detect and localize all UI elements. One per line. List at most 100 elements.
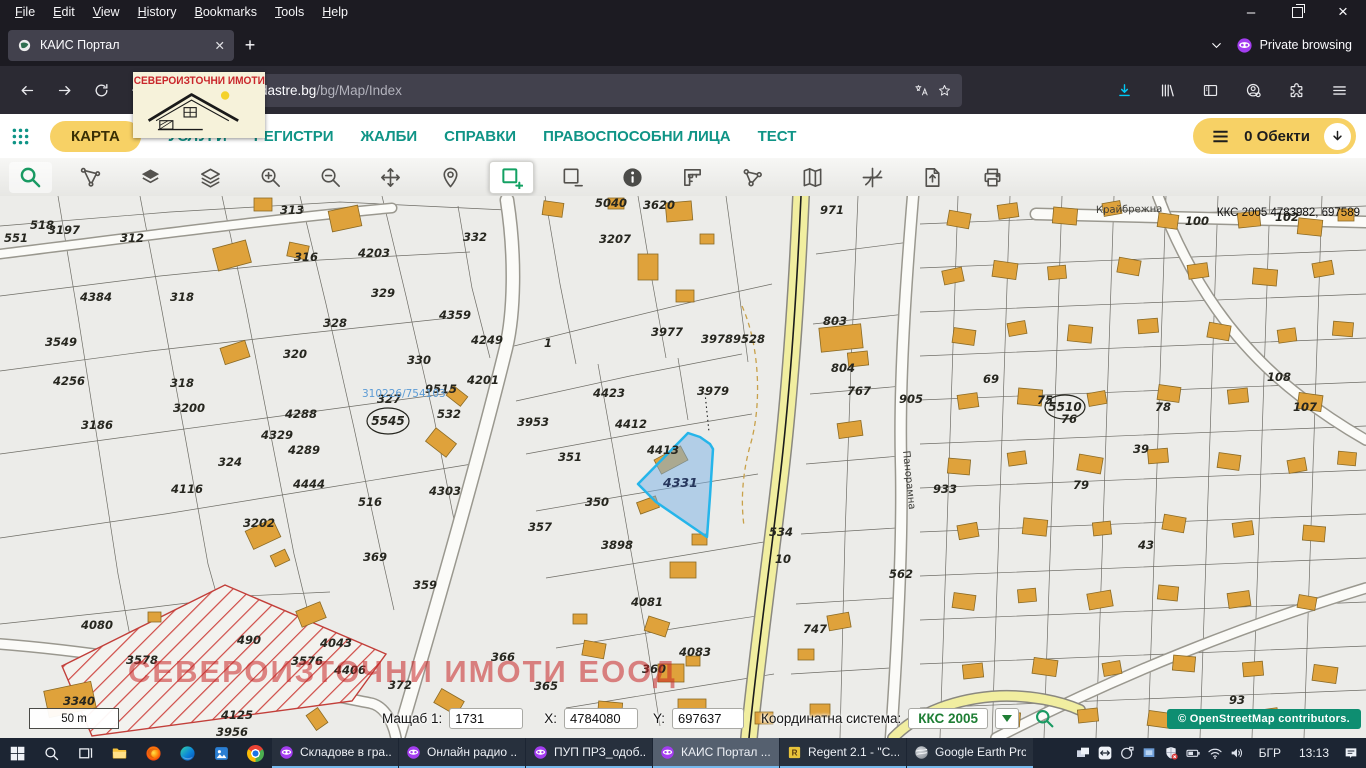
tool-share-button[interactable] <box>731 162 774 193</box>
parcel-label: 3956 <box>216 725 248 738</box>
taskbar-window-button[interactable]: Google Earth Pro <box>907 738 1033 768</box>
tool-info-button[interactable] <box>611 162 654 193</box>
extensions-icon[interactable] <box>1279 74 1313 106</box>
building <box>1162 514 1186 533</box>
task-view-taskbar-icon[interactable] <box>68 738 102 768</box>
wifi-tray-icon[interactable] <box>1204 742 1226 764</box>
bookmark-star-icon[interactable] <box>937 83 952 98</box>
restore-button[interactable] <box>1274 0 1320 24</box>
tray-language[interactable]: БГР <box>1252 746 1288 760</box>
building <box>1252 268 1277 286</box>
tray-clock[interactable]: 13:13 <box>1292 746 1336 760</box>
taskbar-window-button[interactable]: RRegent 2.1 - "C... <box>780 738 906 768</box>
meet-cast-tray-icon[interactable] <box>1116 742 1138 764</box>
list-tabs-chevron-icon[interactable] <box>1209 38 1224 53</box>
parcel-label: 93 <box>1229 693 1245 707</box>
parcel-label: 3197 <box>48 223 80 237</box>
sidebar-icon[interactable] <box>1193 74 1227 106</box>
reload-icon[interactable] <box>84 74 118 106</box>
scale-input[interactable] <box>449 708 523 729</box>
url-text[interactable]: kais.cadastre.bg/bg/Map/Index <box>218 83 906 98</box>
search-taskbar-icon[interactable] <box>34 738 68 768</box>
tool-measure-button[interactable] <box>671 162 714 193</box>
tool-pan-button[interactable] <box>369 162 412 193</box>
map-attribution[interactable]: © OpenStreetMap contributors. <box>1167 709 1361 729</box>
file-explorer-taskbar-icon[interactable] <box>102 738 136 768</box>
nav-item-pravosposobni-lica[interactable]: ПРАВОСПОСОБНИ ЛИЦА <box>543 128 731 145</box>
crs-value[interactable]: ККС 2005 <box>908 708 988 729</box>
menu-help[interactable]: Help <box>313 5 357 19</box>
apps-grid-icon[interactable] <box>10 126 31 147</box>
start-taskbar-icon[interactable] <box>0 738 34 768</box>
tool-layers-button[interactable] <box>189 162 232 193</box>
building <box>1157 213 1179 230</box>
tab-kais-portal[interactable]: КАИС Портал ✕ <box>8 30 234 61</box>
firefox-taskbar-icon[interactable] <box>136 738 170 768</box>
menu-tools[interactable]: Tools <box>266 5 313 19</box>
y-input[interactable] <box>672 708 744 729</box>
tool-zoom-out-button[interactable] <box>309 162 352 193</box>
tool-location-button[interactable] <box>429 162 472 193</box>
account-icon[interactable] <box>1236 74 1270 106</box>
menu-history[interactable]: History <box>129 5 186 19</box>
close-button[interactable]: × <box>1320 0 1366 24</box>
taskbar-window-button[interactable]: Онлайн радио ... <box>399 738 525 768</box>
menu-file[interactable]: File <box>6 5 44 19</box>
objects-count: 0 Обекти <box>1244 128 1310 145</box>
menu-view[interactable]: View <box>84 5 129 19</box>
map-statusbar: Мащаб 1: X: Y: Координатна система: ККС … <box>382 708 1055 729</box>
translate-icon[interactable] <box>914 83 929 98</box>
nav-item-zhalbi[interactable]: ЖАЛБИ <box>361 128 418 145</box>
nav-item-test[interactable]: ТЕСТ <box>758 128 797 145</box>
tool-map-button[interactable] <box>791 162 834 193</box>
display-tray-icon[interactable] <box>1138 742 1160 764</box>
mail-taskbar-icon[interactable] <box>204 738 238 768</box>
url-bar[interactable]: kais.cadastre.bg/bg/Map/Index <box>162 74 962 107</box>
nav-item-registri[interactable]: РЕГИСТРИ <box>254 128 334 145</box>
x-input[interactable] <box>564 708 638 729</box>
tool-select-area-add-button[interactable] <box>489 161 534 194</box>
back-icon[interactable] <box>10 74 44 106</box>
parcel-label: 516 <box>358 495 382 509</box>
cadastral-map[interactable]: 4331 31351831975513123164203362050403323… <box>0 196 1366 738</box>
building <box>573 614 587 624</box>
chrome-taskbar-icon[interactable] <box>238 738 272 768</box>
library-icon[interactable] <box>1150 74 1184 106</box>
building <box>1092 521 1111 536</box>
coordinate-search-icon[interactable] <box>1034 708 1055 729</box>
tool-layers-filled-button[interactable] <box>129 162 172 193</box>
nav-item-karta[interactable]: КАРТА <box>50 121 141 152</box>
map-viewport[interactable]: 4331 31351831975513123164203362050403323… <box>0 196 1366 738</box>
tool-export-button[interactable] <box>911 162 954 193</box>
windows-overlap-tray-icon[interactable] <box>1072 742 1094 764</box>
taskbar-window-button[interactable]: ПУП ПРЗ_одоб... <box>526 738 652 768</box>
tab-close-icon[interactable]: ✕ <box>215 38 225 53</box>
minimize-button[interactable]: – <box>1228 0 1274 24</box>
app-menu-icon[interactable] <box>1322 74 1356 106</box>
tool-search-button[interactable] <box>9 162 52 193</box>
tool-print-button[interactable] <box>971 162 1014 193</box>
parcel-label: 316 <box>294 250 318 264</box>
parcel-label: 3953 <box>517 415 549 429</box>
objects-pill[interactable]: 0 Обекти <box>1193 118 1356 154</box>
teamviewer-tray-icon[interactable] <box>1094 742 1116 764</box>
new-tab-button[interactable]: + <box>234 35 266 56</box>
action-center-icon[interactable] <box>1340 742 1362 764</box>
menu-edit[interactable]: Edit <box>44 5 84 19</box>
taskbar-window-button[interactable]: КАИС Портал ... <box>653 738 779 768</box>
battery-tray-icon[interactable] <box>1182 742 1204 764</box>
objects-download-button[interactable] <box>1324 123 1351 150</box>
nav-item-spravki[interactable]: СПРАВКИ <box>444 128 516 145</box>
tool-trace-button[interactable] <box>69 162 112 193</box>
tool-select-area-remove-button[interactable] <box>551 162 594 193</box>
tool-zoom-in-button[interactable] <box>249 162 292 193</box>
defender-alert-tray-icon[interactable] <box>1160 742 1182 764</box>
taskbar-window-button[interactable]: Складове в гра... <box>272 738 398 768</box>
volume-tray-icon[interactable] <box>1226 742 1248 764</box>
forward-icon[interactable] <box>47 74 81 106</box>
menu-bookmarks[interactable]: Bookmarks <box>186 5 267 19</box>
crs-dropdown-button[interactable] <box>995 708 1019 729</box>
tool-coordinates-button[interactable] <box>851 162 894 193</box>
downloads-icon[interactable] <box>1107 74 1141 106</box>
edge-taskbar-icon[interactable] <box>170 738 204 768</box>
